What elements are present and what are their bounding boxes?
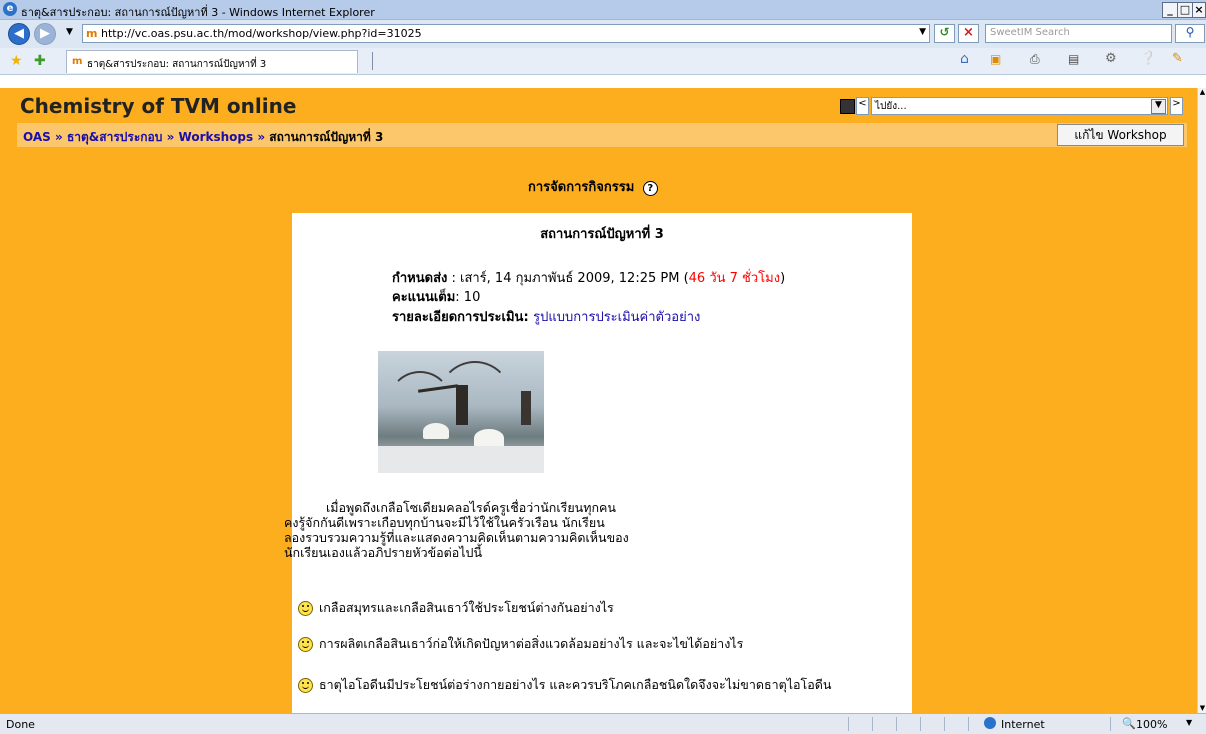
jump-to-value: ไปยัง... [875,101,907,112]
internet-globe-icon [984,717,996,729]
forward-arrow-icon[interactable]: ▶ [34,23,56,45]
manage-heading-text: การจัดการกิจกรรม [528,180,635,195]
favorites-star-icon[interactable]: ★ [10,53,23,69]
list-item: เกลือสมุทรและเกลือสินเธาว์ใช้ประโยชน์ต่า… [298,598,614,618]
research-icon[interactable]: ✎ [1172,51,1183,66]
search-field[interactable]: SweetIM Search [985,24,1172,43]
page-content: Chemistry of TVM online < ไปยัง... ▼ > O… [0,88,1197,713]
breadcrumb-separator: » [166,130,175,144]
jump-to-select[interactable]: ไปยัง... ▼ [871,97,1168,115]
add-favorites-icon[interactable]: ✚ [34,53,46,69]
deadline-label: กำหนดส่ง [392,271,448,286]
breadcrumb-oas[interactable]: OAS [23,130,51,144]
tab-row: ★ ✚ m ธาตุ&สารประกอบ: สถานการณ์ปัญหาที่ … [0,48,1206,75]
home-icon[interactable]: ⌂ [960,51,969,67]
address-input[interactable]: http://vc.oas.psu.ac.th/mod/workshop/vie… [101,27,422,40]
new-tab-divider [372,52,373,70]
zoom-dropdown-icon[interactable]: ▼ [1186,718,1192,727]
feeds-icon[interactable]: ▣ [990,52,1001,66]
zoom-icon[interactable]: 🔍 [1122,717,1136,730]
assessment-row: รายละเอียดการประเมิน: รูปแบบการประเมินค่… [392,310,701,325]
smiley-icon [298,601,313,616]
help-question-icon[interactable]: ? [642,181,658,196]
tab-label: ธาตุ&สารประกอบ: สถานการณ์ปัญหาที่ 3 [87,59,267,70]
intro-paragraph: เมื่อพูดถึงเกลือโซเดียมคลอไรด์ครูเชื่อว่… [284,500,629,560]
site-favicon-icon: m [86,27,98,40]
status-text: Done [6,718,35,731]
jump-prev-button[interactable]: < [856,97,869,115]
breadcrumb-separator: » [257,130,266,144]
salt-farm-photo [378,351,544,473]
breadcrumb-course[interactable]: ธาตุ&สารประกอบ [67,130,162,144]
workshop-panel: สถานการณ์ปัญหาที่ 3 กำหนดส่ง : เสาร์, 14… [284,213,912,713]
jump-next-button[interactable]: > [1170,97,1183,115]
manage-heading: การจัดการกิจกรรม ? [528,176,658,197]
window-title-bar: e ธาตุ&สารประกอบ: สถานการณ์ปัญหาที่ 3 - … [0,0,1206,20]
list-item: การผลิตเกลือสินเธาว์ก่อให้เกิดปัญหาต่อสิ… [298,634,743,654]
score-row: คะแนนเต็ม: 10 [392,286,480,307]
jump-dropdown-icon[interactable]: ▼ [1151,99,1166,114]
tab-favicon-icon: m [72,56,83,67]
search-icon[interactable]: ⚲ [1175,24,1205,43]
score-value: : 10 [455,290,481,305]
deadline-close: ) [780,271,786,286]
print-icon[interactable]: ⎙ [1030,52,1040,67]
breadcrumb-workshops[interactable]: Workshops [179,130,254,144]
vertical-scrollbar[interactable]: ▲ ▼ [1197,88,1206,713]
deadline-remaining: 46 วัน 7 ชั่วโมง [688,271,781,286]
scroll-up-arrow-icon[interactable]: ▲ [1198,88,1206,97]
minimize-button[interactable]: _ [1162,2,1178,18]
intro-line: นักเรียนเองแล้วอภิปรายหัวข้อต่อไปนี้ [284,545,483,560]
address-bar[interactable]: m http://vc.oas.psu.ac.th/mod/workshop/v… [82,24,930,43]
question-text: เกลือสมุทรและเกลือสินเธาว์ใช้ประโยชน์ต่า… [319,600,614,615]
window-title: ธาตุ&สารประกอบ: สถานการณ์ปัญหาที่ 3 - Wi… [21,6,375,19]
back-arrow-icon[interactable]: ◀ [8,23,30,45]
page-menu-icon[interactable]: ▤ [1068,52,1079,66]
refresh-icon[interactable]: ↺ [934,24,955,43]
tab-active[interactable]: m ธาตุ&สารประกอบ: สถานการณ์ปัญหาที่ 3 [66,50,358,73]
intro-line: ลองรวบรวมความรู้ที่และแสดงความคิดเห็นตาม… [284,530,629,545]
stop-icon[interactable]: × [958,24,979,43]
question-text: การผลิตเกลือสินเธาว์ก่อให้เกิดปัญหาต่อสิ… [319,636,744,651]
status-bar: Done Internet 🔍 100% ▼ [0,713,1206,734]
question-text: ธาตุไอโอดีนมีประโยชน์ต่อร่างกายอย่างไร แ… [319,677,832,692]
search-input[interactable]: SweetIM Search [990,27,1070,38]
breadcrumb-current: สถานการณ์ปัญหาที่ 3 [269,130,384,144]
zoom-level[interactable]: 100% [1136,718,1167,731]
assessment-label: รายละเอียดการประเมิน [392,310,524,325]
assessment-link[interactable]: รูปแบบการประเมินค่าตัวอย่าง [533,310,700,325]
intro-line: คงรู้จักกันดีเพราะเกือบทุกบ้านจะมีไว้ใช้… [284,515,605,530]
security-zone: Internet [1001,718,1045,731]
save-floppy-icon[interactable] [840,99,855,114]
intro-line: เมื่อพูดถึงเกลือโซเดียมคลอไรด์ครูเชื่อว่… [326,500,616,515]
edit-workshop-button[interactable]: แก้ไข Workshop [1057,124,1184,146]
history-dropdown-icon[interactable]: ▼ [66,27,73,37]
smiley-icon [298,678,313,693]
address-dropdown-icon[interactable]: ▼ [919,27,926,37]
help-icon[interactable]: ❔ [1140,51,1156,66]
deadline-row: กำหนดส่ง : เสาร์, 14 กุมภาพันธ์ 2009, 12… [392,267,785,288]
list-item: ธาตุไอโอดีนมีประโยชน์ต่อร่างกายอย่างไร แ… [298,675,831,695]
site-title[interactable]: Chemistry of TVM online [20,94,296,118]
tools-gear-icon[interactable]: ⚙ [1105,51,1117,66]
close-button[interactable]: × [1192,2,1206,18]
scroll-down-arrow-icon[interactable]: ▼ [1198,704,1206,713]
ie-logo-icon: e [3,2,17,16]
navigation-bar: ◀ ▶ ▼ m http://vc.oas.psu.ac.th/mod/work… [0,20,1206,48]
smiley-icon [298,637,313,652]
breadcrumb-separator: » [55,130,63,144]
maximize-button[interactable]: □ [1177,2,1193,18]
score-label: คะแนนเต็ม [392,290,456,305]
deadline-value: : เสาร์, 14 กุมภาพันธ์ 2009, 12:25 PM ( [447,271,689,286]
workshop-heading: สถานการณ์ปัญหาที่ 3 [540,227,664,242]
breadcrumb: OAS » ธาตุ&สารประกอบ » Workshops » สถานก… [17,123,1187,147]
